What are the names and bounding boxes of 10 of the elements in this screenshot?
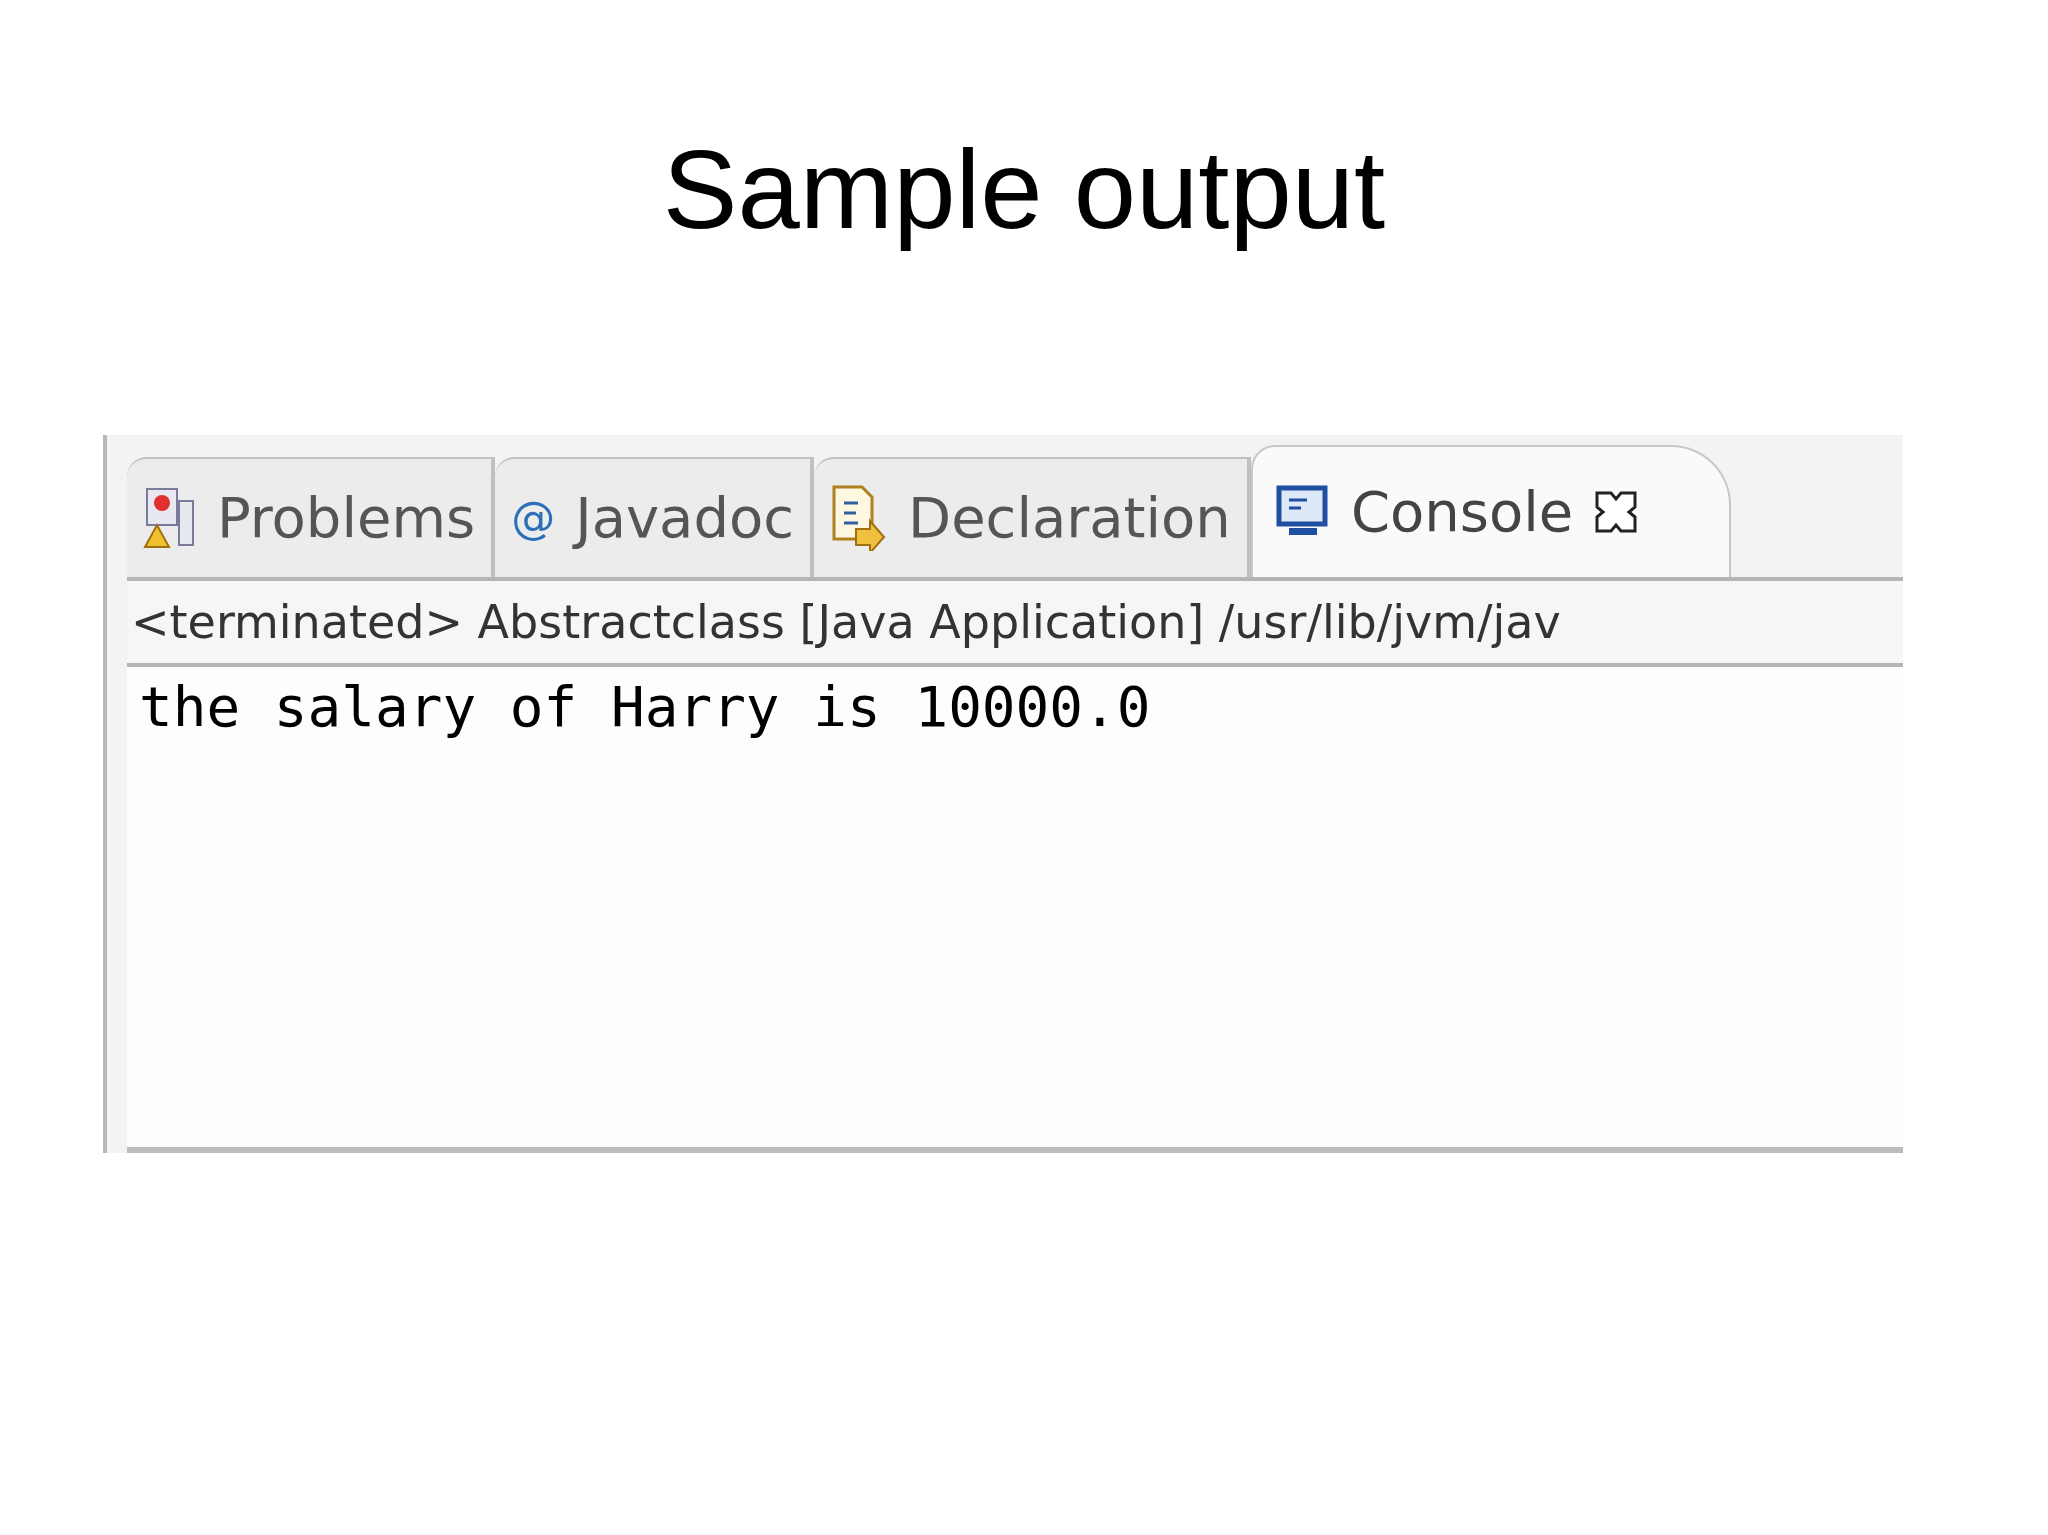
tab[interactable]: @ Javadoc (495, 457, 814, 578)
problems-icon (143, 487, 197, 550)
close-icon[interactable] (1593, 489, 1640, 536)
document-arrow-icon (830, 485, 888, 552)
at-sign-icon: @ (511, 496, 556, 541)
tab[interactable]: Declaration (814, 457, 1251, 578)
console-output: the salary of Harry is 10000.0 (138, 673, 1152, 741)
tab[interactable]: Console (1250, 445, 1732, 578)
slide-title: Sample output (662, 128, 1386, 252)
tab[interactable]: Problems (127, 457, 496, 578)
